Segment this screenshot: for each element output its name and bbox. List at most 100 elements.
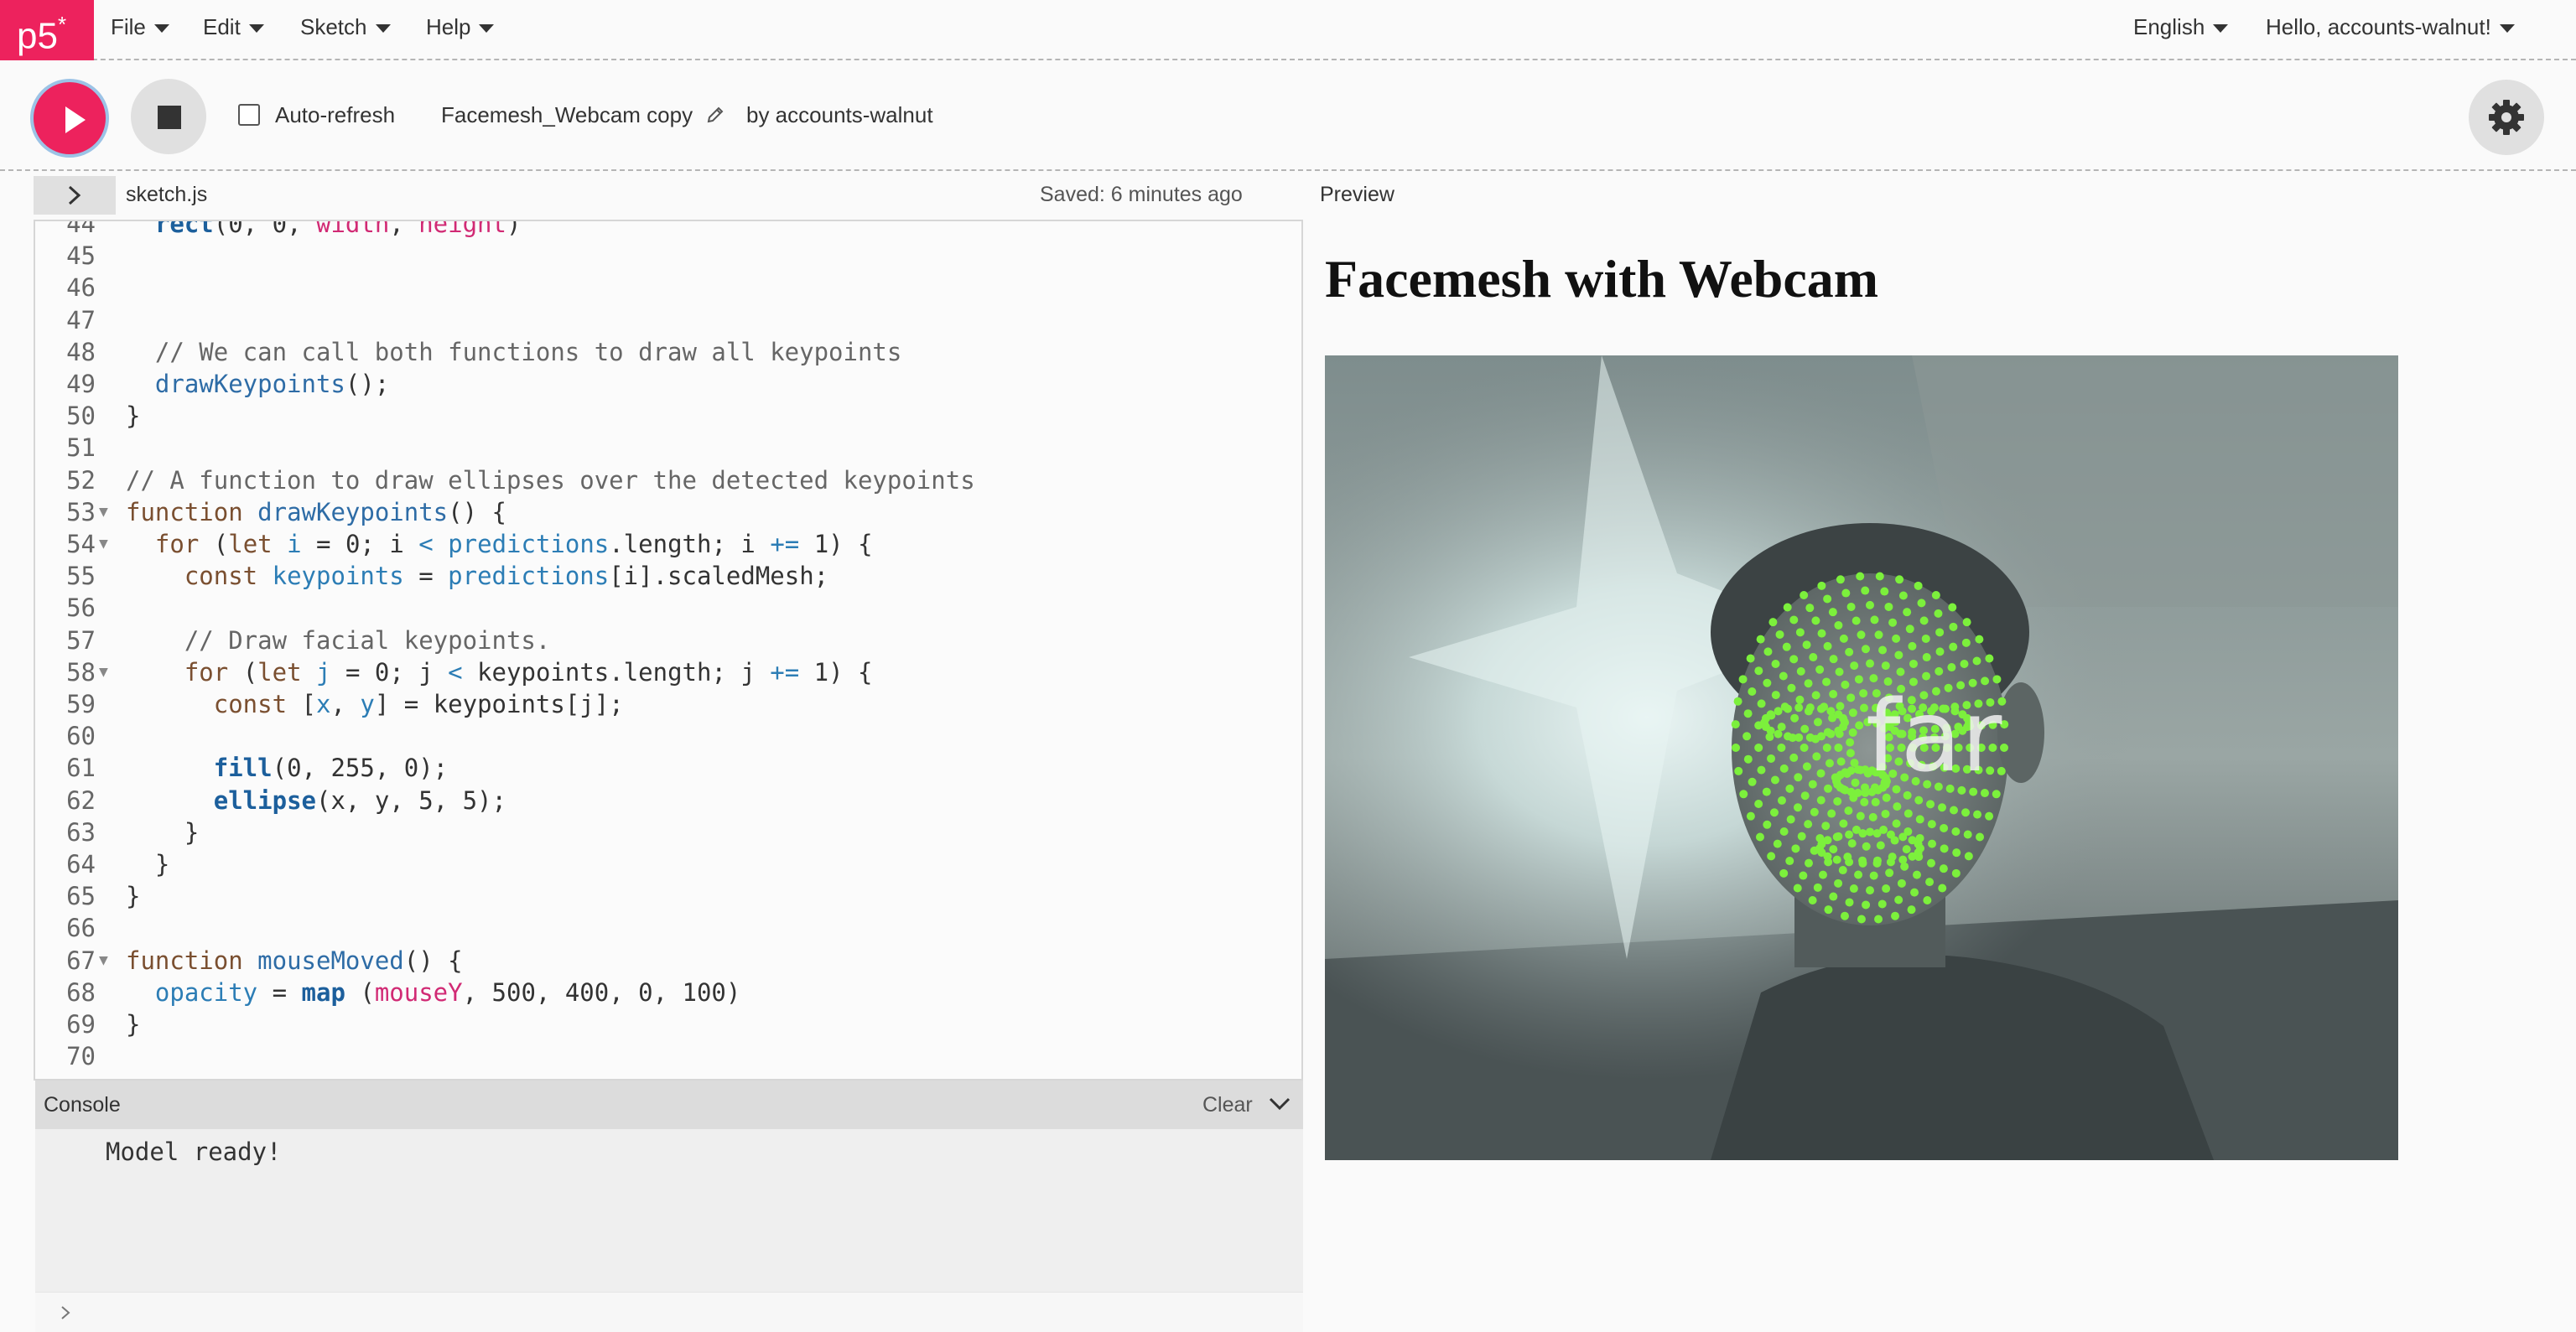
menu-file[interactable]: File [111, 0, 169, 54]
code-line[interactable]: 69} [35, 1008, 1301, 1040]
code-line[interactable]: 57 // Draw facial keypoints. [35, 625, 1301, 656]
line-number: 57 [66, 625, 96, 655]
code-line[interactable]: 56 [35, 592, 1301, 624]
code-text: drawKeypoints(); [154, 370, 390, 398]
fold-toggle-icon[interactable]: ▼ [99, 656, 108, 688]
code-text: } [126, 850, 170, 878]
line-number: 60 [66, 722, 96, 751]
code-line[interactable]: 66 [35, 912, 1301, 944]
console-message: Model ready! [106, 1138, 282, 1166]
play-button[interactable] [30, 79, 109, 158]
code-text: rect(0, 0, width, height) [154, 220, 522, 238]
code-text: // A function to draw ellipses over the … [126, 465, 975, 495]
auto-refresh-label[interactable]: Auto-refresh [275, 102, 395, 128]
menu-help[interactable]: Help [426, 0, 495, 54]
chevron-right-icon [68, 185, 81, 205]
code-line[interactable]: 47 [35, 304, 1301, 336]
code-line[interactable]: 65} [35, 880, 1301, 912]
line-number: 63 [66, 817, 96, 847]
code-text: // Draw facial keypoints. [126, 625, 551, 655]
code-line[interactable]: 61 fill(0, 255, 0); [35, 752, 1301, 784]
chevron-down-icon[interactable] [1268, 1094, 1291, 1114]
line-number: 58 [66, 657, 96, 687]
console-clear-button[interactable]: Clear [1202, 1093, 1253, 1117]
top-nav: p5* File Edit Sketch Help English Hello,… [0, 0, 2576, 60]
file-tab-name[interactable]: sketch.js [126, 183, 207, 207]
code-line[interactable]: 46 [35, 272, 1301, 303]
chevron-down-icon [248, 24, 264, 33]
line-number: 52 [66, 465, 96, 495]
line-number: 61 [66, 754, 96, 783]
user-greeting: Hello, accounts-walnut! [2266, 14, 2491, 39]
chevron-down-icon [375, 24, 391, 33]
line-number: 51 [66, 433, 96, 463]
line-number: 59 [66, 690, 96, 718]
webcam-frame: far [1325, 355, 2398, 1160]
line-number: 45 [66, 241, 96, 271]
code-editor[interactable]: 44 rect(0, 0, width, height) 45 46 47 48 // … [34, 220, 1303, 1081]
code-line[interactable]: 44 rect(0, 0, width, height) [35, 220, 1301, 240]
settings-button[interactable] [2469, 80, 2544, 155]
code-line[interactable]: 54 ▼ for (let i = 0; i < predictions.leng… [35, 528, 1301, 560]
chevron-down-icon [153, 24, 169, 33]
console-header: Console Clear [35, 1081, 1303, 1129]
console-input[interactable] [35, 1292, 1303, 1332]
line-number: 64 [66, 850, 96, 878]
code-text: ellipse(x, y, 5, 5); [213, 785, 506, 815]
user-menu[interactable]: Hello, accounts-walnut! [2266, 0, 2515, 54]
code-line[interactable]: 68 opacity = map (mouseY, 500, 400, 0, 1… [35, 977, 1301, 1008]
chevron-down-icon [479, 24, 495, 33]
auto-refresh-checkbox[interactable] [238, 104, 260, 126]
menu-sketch[interactable]: Sketch [300, 0, 391, 54]
code-line[interactable]: 52 // A function to draw ellipses over th… [35, 464, 1301, 496]
menu-file-label: File [111, 14, 146, 39]
pencil-icon[interactable] [706, 106, 724, 124]
line-number: 47 [66, 305, 96, 334]
menu-edit[interactable]: Edit [203, 0, 264, 54]
code-line[interactable]: 60 [35, 720, 1301, 752]
code-line[interactable]: 51 [35, 432, 1301, 464]
code-line[interactable]: 53 ▼ function drawKeypoints() { [35, 496, 1301, 528]
line-number: 70 [66, 1042, 96, 1071]
code-line[interactable]: 50} [35, 400, 1301, 432]
preview-label: Preview [1320, 183, 1394, 206]
code-text: } [126, 817, 200, 847]
line-number: 54 [66, 530, 96, 558]
stop-button[interactable] [131, 79, 206, 154]
code-text: // We can call both functions to draw al… [126, 337, 902, 366]
webcam-canvas[interactable]: far [1325, 355, 2398, 1160]
code-line[interactable]: 59 const [x, y] = keypoints[j]; [35, 688, 1301, 720]
code-line[interactable]: 55 const keypoints = predictions[i].scal… [35, 560, 1301, 592]
code-text: function drawKeypoints() { [126, 497, 506, 526]
line-number: 66 [66, 914, 96, 943]
language-menu[interactable]: English [2133, 0, 2229, 54]
console-output: Model ready! [35, 1129, 1303, 1292]
p5-logo[interactable]: p5* [0, 0, 94, 60]
fold-toggle-icon[interactable]: ▼ [99, 945, 108, 977]
language-label: English [2133, 14, 2205, 39]
code-line[interactable]: 64 } [35, 848, 1301, 880]
fold-toggle-icon[interactable]: ▼ [99, 528, 108, 560]
chevron-down-icon [2213, 24, 2229, 33]
line-number: 46 [66, 273, 96, 303]
line-number: 67 [66, 946, 96, 975]
line-number: 48 [66, 337, 96, 366]
fold-toggle-icon[interactable]: ▼ [99, 496, 108, 528]
sketch-name[interactable]: Facemesh_Webcam copy [441, 102, 693, 128]
line-number: 53 [66, 497, 96, 526]
code-line[interactable]: 45 [35, 240, 1301, 272]
console-title: Console [44, 1093, 121, 1117]
sidebar-toggle-button[interactable] [34, 176, 116, 215]
code-line[interactable]: 48 // We can call both functions to draw… [35, 336, 1301, 368]
menu-edit-label: Edit [203, 14, 241, 39]
code-text: fill(0, 255, 0); [213, 754, 449, 783]
code-line[interactable]: 63 } [35, 816, 1301, 848]
code-line[interactable]: 70 [35, 1040, 1301, 1072]
saved-status: Saved: 6 minutes ago [1040, 183, 1243, 206]
code-line[interactable]: 58 ▼ for (let j = 0; j < keypoints.length… [35, 656, 1301, 688]
code-line[interactable]: 49 drawKeypoints(); [35, 368, 1301, 400]
overlay-text: far [1866, 678, 2002, 794]
code-line[interactable]: 67 ▼ function mouseMoved() { [35, 945, 1301, 977]
line-number: 62 [66, 785, 96, 815]
code-line[interactable]: 62 ellipse(x, y, 5, 5); [35, 785, 1301, 816]
